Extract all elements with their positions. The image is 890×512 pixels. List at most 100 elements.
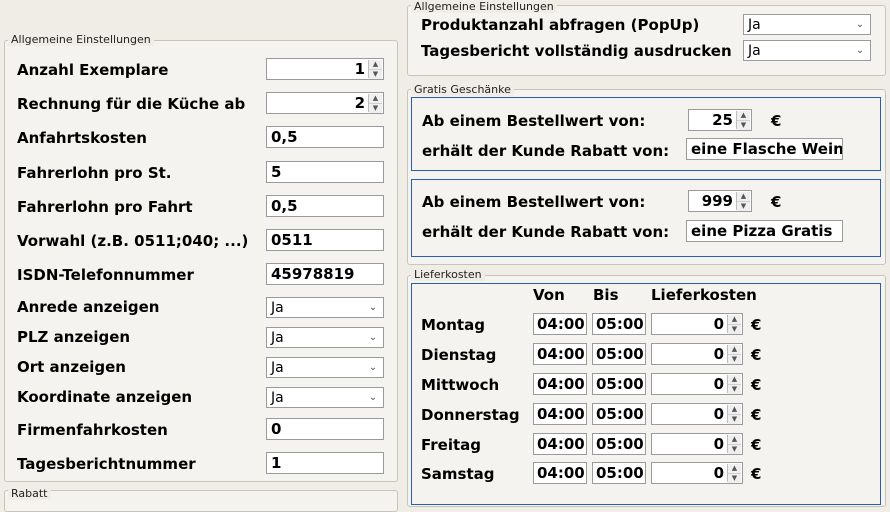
- spin-down-icon[interactable]: ▼: [728, 385, 741, 394]
- delivery-currency: €: [751, 436, 762, 454]
- kitchen-invoice-spin-buttons[interactable]: ▲ ▼: [368, 94, 382, 113]
- time-from-input[interactable]: 04:00: [533, 373, 587, 395]
- gift-1-discount-label: erhält der Kunde Rabatt von:: [422, 142, 670, 160]
- isdn-number-input[interactable]: 45978819: [266, 263, 384, 285]
- isdn-number-label: ISDN-Telefonnummer: [17, 266, 194, 284]
- delivery-cost-spinbox[interactable]: 0 ▲ ▼: [651, 343, 743, 365]
- salutation-label: Anrede anzeigen: [17, 298, 160, 316]
- spin-up-icon[interactable]: ▲: [728, 464, 741, 474]
- gift-2-order-spinbox[interactable]: 999 ▲ ▼: [688, 190, 752, 212]
- city-select[interactable]: Ja ⌄: [266, 357, 384, 378]
- delivery-cost-spin-buttons[interactable]: ▲ ▼: [727, 405, 741, 424]
- delivery-currency: €: [751, 465, 762, 483]
- time-to-input[interactable]: 05:00: [592, 313, 646, 335]
- gift-2-discount-input[interactable]: eine Pizza Gratis: [686, 220, 843, 242]
- delivery-currency: €: [751, 316, 762, 334]
- col-from-header: Von: [533, 286, 565, 304]
- spin-down-icon[interactable]: ▼: [728, 474, 741, 483]
- city-label: Ort anzeigen: [17, 358, 126, 376]
- spin-up-icon[interactable]: ▲: [369, 94, 382, 104]
- driver-wage-trip-input[interactable]: 0,5: [266, 195, 384, 217]
- time-from-input[interactable]: 04:00: [533, 313, 587, 335]
- gift-2-currency: €: [771, 193, 782, 211]
- gift-1-spin-buttons[interactable]: ▲ ▼: [736, 111, 750, 130]
- delivery-cost-spin-buttons[interactable]: ▲ ▼: [727, 464, 741, 483]
- time-to-input[interactable]: 05:00: [592, 462, 646, 484]
- gift-box-2: [411, 179, 881, 257]
- delivery-cost-spinbox[interactable]: 0 ▲ ▼: [651, 403, 743, 425]
- spin-down-icon[interactable]: ▼: [737, 202, 750, 211]
- spin-down-icon[interactable]: ▼: [728, 355, 741, 364]
- gifts-group-title: Gratis Geschänke: [411, 83, 514, 96]
- day-label: Samstag: [421, 465, 495, 483]
- daily-report-number-input[interactable]: 1: [266, 452, 384, 474]
- day-label: Donnerstag: [421, 406, 520, 424]
- delivery-cost-spinbox[interactable]: 0 ▲ ▼: [651, 462, 743, 484]
- time-to-input[interactable]: 05:00: [592, 343, 646, 365]
- daily-report-full-select[interactable]: Ja ⌄: [743, 40, 871, 61]
- time-to-input[interactable]: 05:00: [592, 373, 646, 395]
- spin-up-icon[interactable]: ▲: [737, 192, 750, 202]
- right-general-settings-title: Allgemeine Einstellungen: [411, 0, 557, 13]
- salutation-select[interactable]: Ja ⌄: [266, 297, 384, 318]
- spin-down-icon[interactable]: ▼: [369, 70, 382, 79]
- area-code-input[interactable]: 0511: [266, 229, 384, 251]
- time-to-input[interactable]: 05:00: [592, 403, 646, 425]
- gift-2-discount-label: erhält der Kunde Rabatt von:: [422, 223, 670, 241]
- area-code-label: Vorwahl (z.B. 0511;040; ...): [17, 232, 249, 250]
- delivery-cost-spinbox[interactable]: 0 ▲ ▼: [651, 313, 743, 335]
- travel-cost-input[interactable]: 0,5: [266, 126, 384, 148]
- company-travel-cost-input[interactable]: 0: [266, 418, 384, 440]
- delivery-cost-spin-buttons[interactable]: ▲ ▼: [727, 315, 741, 334]
- spin-up-icon[interactable]: ▲: [728, 405, 741, 415]
- delivery-cost-spinbox[interactable]: 0 ▲ ▼: [651, 373, 743, 395]
- kitchen-invoice-spinbox[interactable]: 2 ▲ ▼: [266, 92, 384, 114]
- delivery-cost-spin-buttons[interactable]: ▲ ▼: [727, 375, 741, 394]
- product-count-popup-label: Produktanzahl abfragen (PopUp): [421, 16, 700, 34]
- chevron-down-icon: ⌄: [368, 392, 378, 403]
- chevron-down-icon: ⌄: [368, 332, 378, 343]
- time-from-input[interactable]: 04:00: [533, 403, 587, 425]
- delivery-cost-spinbox[interactable]: 0 ▲ ▼: [651, 433, 743, 455]
- time-to-input[interactable]: 05:00: [592, 433, 646, 455]
- chevron-down-icon: ⌄: [368, 362, 378, 373]
- spin-up-icon[interactable]: ▲: [737, 111, 750, 121]
- daily-report-number-label: Tagesberichtnummer: [17, 455, 196, 473]
- daily-report-full-label: Tagesbericht vollständig ausdrucken: [421, 42, 732, 60]
- gift-1-discount-input[interactable]: eine Flasche Wein: [686, 138, 843, 160]
- delivery-currency: €: [751, 406, 762, 424]
- spin-down-icon[interactable]: ▼: [737, 121, 750, 130]
- delivery-cost-spin-buttons[interactable]: ▲ ▼: [727, 345, 741, 364]
- gift-1-order-spinbox[interactable]: 25 ▲ ▼: [688, 109, 752, 131]
- gift-1-currency: €: [771, 112, 782, 130]
- zip-label: PLZ anzeigen: [17, 328, 131, 346]
- zip-select[interactable]: Ja ⌄: [266, 327, 384, 348]
- spin-down-icon[interactable]: ▼: [728, 415, 741, 424]
- spin-up-icon[interactable]: ▲: [369, 60, 382, 70]
- delivery-cost-spin-buttons[interactable]: ▲ ▼: [727, 435, 741, 454]
- driver-wage-piece-input[interactable]: 5: [266, 161, 384, 183]
- coordinate-select[interactable]: Ja ⌄: [266, 387, 384, 408]
- coordinate-label: Koordinate anzeigen: [17, 388, 193, 406]
- time-from-input[interactable]: 04:00: [533, 343, 587, 365]
- spin-up-icon[interactable]: ▲: [728, 315, 741, 325]
- col-to-header: Bis: [593, 286, 619, 304]
- time-from-input[interactable]: 04:00: [533, 462, 587, 484]
- product-count-popup-select[interactable]: Ja ⌄: [743, 14, 871, 35]
- spin-down-icon[interactable]: ▼: [369, 104, 382, 113]
- copies-spinbox[interactable]: 1 ▲ ▼: [266, 58, 384, 80]
- time-from-input[interactable]: 04:00: [533, 433, 587, 455]
- day-label: Freitag: [421, 436, 482, 454]
- driver-wage-trip-label: Fahrerlohn pro Fahrt: [17, 198, 193, 216]
- spin-down-icon[interactable]: ▼: [728, 325, 741, 334]
- spin-up-icon[interactable]: ▲: [728, 375, 741, 385]
- copies-spin-buttons[interactable]: ▲ ▼: [368, 60, 382, 79]
- spin-up-icon[interactable]: ▲: [728, 435, 741, 445]
- spin-up-icon[interactable]: ▲: [728, 345, 741, 355]
- kitchen-invoice-label: Rechnung für die Küche ab: [17, 95, 246, 113]
- chevron-down-icon: ⌄: [855, 45, 865, 56]
- day-label: Montag: [421, 316, 485, 334]
- chevron-down-icon: ⌄: [855, 19, 865, 30]
- gift-2-spin-buttons[interactable]: ▲ ▼: [736, 192, 750, 211]
- spin-down-icon[interactable]: ▼: [728, 445, 741, 454]
